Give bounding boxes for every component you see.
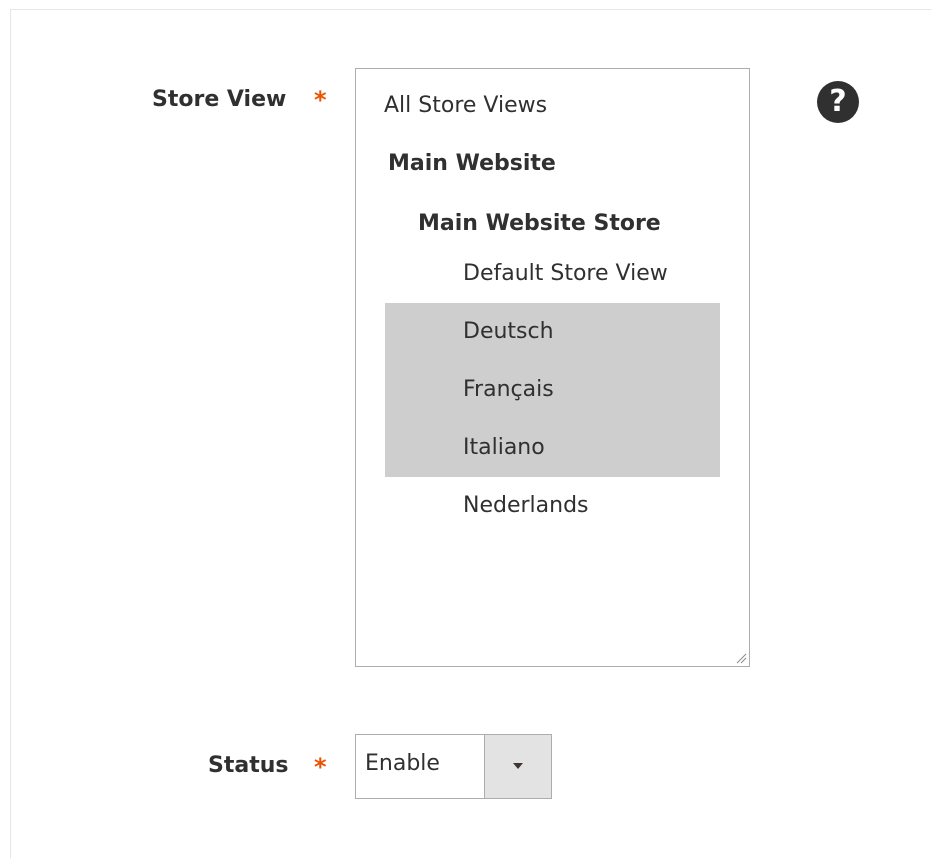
status-select-value: Enable: [365, 751, 440, 776]
chevron-down-icon: [513, 763, 523, 769]
option-default-store-view[interactable]: Default Store View: [463, 261, 668, 286]
question-icon[interactable]: ?: [817, 81, 859, 123]
status-dropdown-toggle[interactable]: [484, 735, 551, 798]
resize-grip-icon[interactable]: [735, 652, 747, 664]
status-label: Status: [208, 753, 289, 778]
divider: [10, 9, 11, 858]
required-indicator: *: [314, 753, 327, 781]
optgroup-main-website-store: Main Website Store: [418, 211, 661, 236]
option-nederlands[interactable]: Nederlands: [463, 493, 589, 518]
required-indicator: *: [314, 86, 327, 114]
divider: [10, 9, 931, 10]
option-all-store-views[interactable]: All Store Views: [384, 93, 547, 118]
store-view-multiselect[interactable]: All Store Views Main Website Main Websit…: [355, 68, 750, 667]
admin-form-panel: Store View * All Store Views Main Websit…: [0, 0, 931, 858]
option-deutsch[interactable]: Deutsch: [463, 319, 554, 344]
option-italiano[interactable]: Italiano: [463, 435, 545, 460]
store-view-label: Store View: [152, 87, 287, 112]
status-select[interactable]: Enable: [355, 734, 552, 799]
option-francais[interactable]: Français: [463, 377, 554, 402]
optgroup-main-website: Main Website: [388, 151, 556, 176]
